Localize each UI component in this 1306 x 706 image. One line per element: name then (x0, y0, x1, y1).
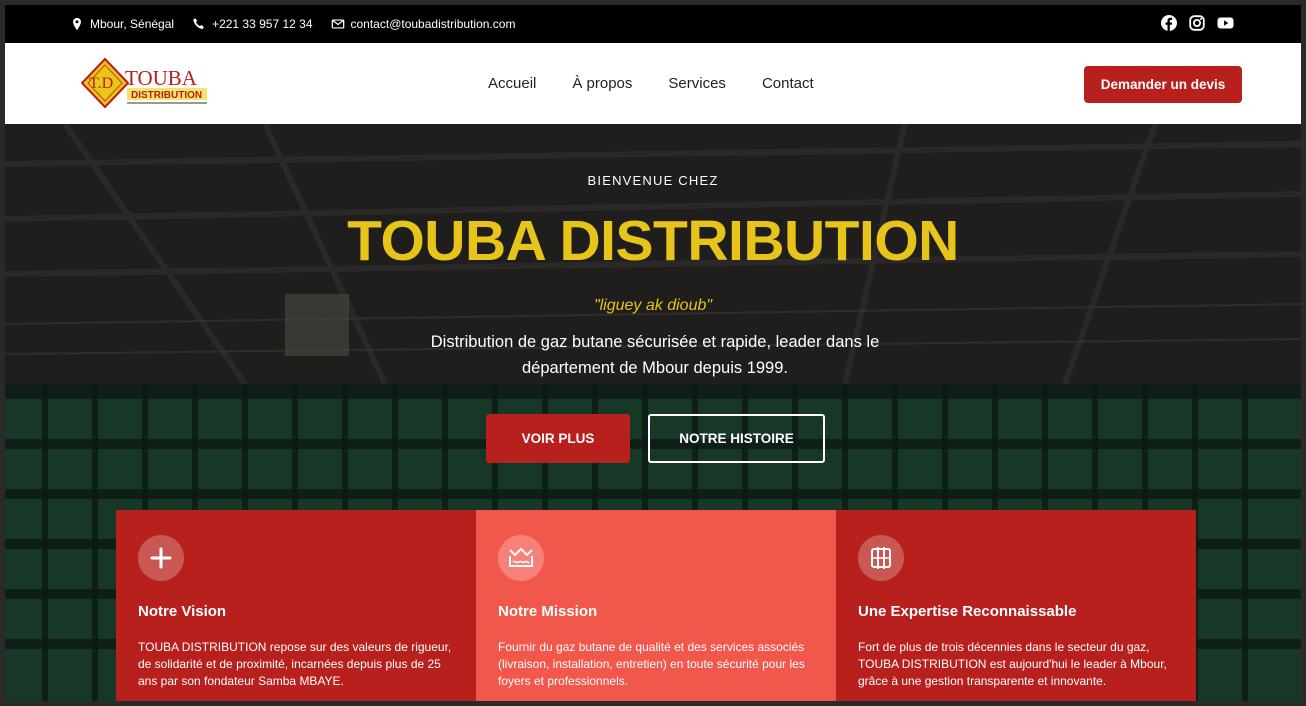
mission-card: Notre Mission Fournir du gaz butane de q… (476, 510, 836, 701)
hero-motto: "liguey ak dioub" (593, 297, 713, 314)
card-text: TOUBA DISTRIBUTION repose sur des valeur… (138, 640, 452, 688)
svg-text:DISTRIBUTION: DISTRIBUTION (131, 90, 202, 101)
svg-text:T.D: T.D (89, 75, 113, 92)
notre-histoire-button[interactable]: NOTRE HISTOIRE (648, 414, 825, 463)
plus-icon (138, 535, 184, 581)
browser-viewport: Mbour, Sénégal +221 33 957 12 34 contact… (5, 5, 1301, 701)
vision-card: Notre Vision TOUBA DISTRIBUTION repose s… (116, 510, 476, 701)
phone-text: +221 33 957 12 34 (212, 17, 313, 31)
svg-text:TOUBA: TOUBA (125, 66, 198, 90)
youtube-icon[interactable] (1217, 15, 1234, 31)
request-quote-button[interactable]: Demander un devis (1084, 66, 1242, 103)
envelope-icon (331, 19, 344, 29)
top-info-bar: Mbour, Sénégal +221 33 957 12 34 contact… (5, 5, 1301, 43)
card-text: Fournir du gaz butane de qualité et des … (498, 640, 805, 688)
hero-description: Distribution de gaz butane sécurisée et … (430, 333, 880, 377)
location-text: Mbour, Sénégal (90, 17, 175, 31)
company-logo[interactable]: T.D TOUBA DISTRIBUTION (80, 57, 209, 113)
nav-a-propos[interactable]: À propos (572, 75, 632, 92)
instagram-icon[interactable] (1189, 15, 1205, 31)
columns-icon (858, 535, 904, 581)
nav-contact[interactable]: Contact (762, 75, 814, 92)
hero-section: BIENVENUE CHEZ TOUBA DISTRIBUTION "ligue… (5, 124, 1301, 701)
phone-icon (193, 18, 204, 29)
hero-title: TOUBA DISTRIBUTION (347, 209, 959, 273)
phone-info[interactable]: +221 33 957 12 34 (192, 17, 313, 31)
card-title: Une Expertise Reconnaissable (858, 603, 1077, 620)
expertise-card: Une Expertise Reconnaissable Fort de plu… (836, 510, 1196, 701)
main-menu: Accueil À propos Services Contact (488, 75, 814, 92)
logo-graphic: T.D TOUBA DISTRIBUTION (80, 57, 207, 109)
location-info: Mbour, Sénégal (70, 17, 174, 31)
card-text: Fort de plus de trois décennies dans le … (858, 640, 1167, 688)
card-title: Notre Mission (498, 603, 598, 620)
wave-icon (498, 535, 544, 581)
email-info[interactable]: contact@toubadistribution.com (331, 17, 516, 31)
hero-welcome: BIENVENUE CHEZ (587, 173, 719, 188)
nav-accueil[interactable]: Accueil (488, 75, 536, 92)
facebook-icon[interactable] (1161, 15, 1177, 31)
location-pin-icon (73, 17, 81, 31)
main-navbar: T.D TOUBA DISTRIBUTION Accueil À propos … (5, 43, 1301, 124)
voir-plus-button[interactable]: VOIR PLUS (486, 414, 630, 463)
nav-services[interactable]: Services (668, 75, 726, 92)
card-title: Notre Vision (138, 603, 227, 620)
email-text: contact@toubadistribution.com (350, 17, 516, 31)
